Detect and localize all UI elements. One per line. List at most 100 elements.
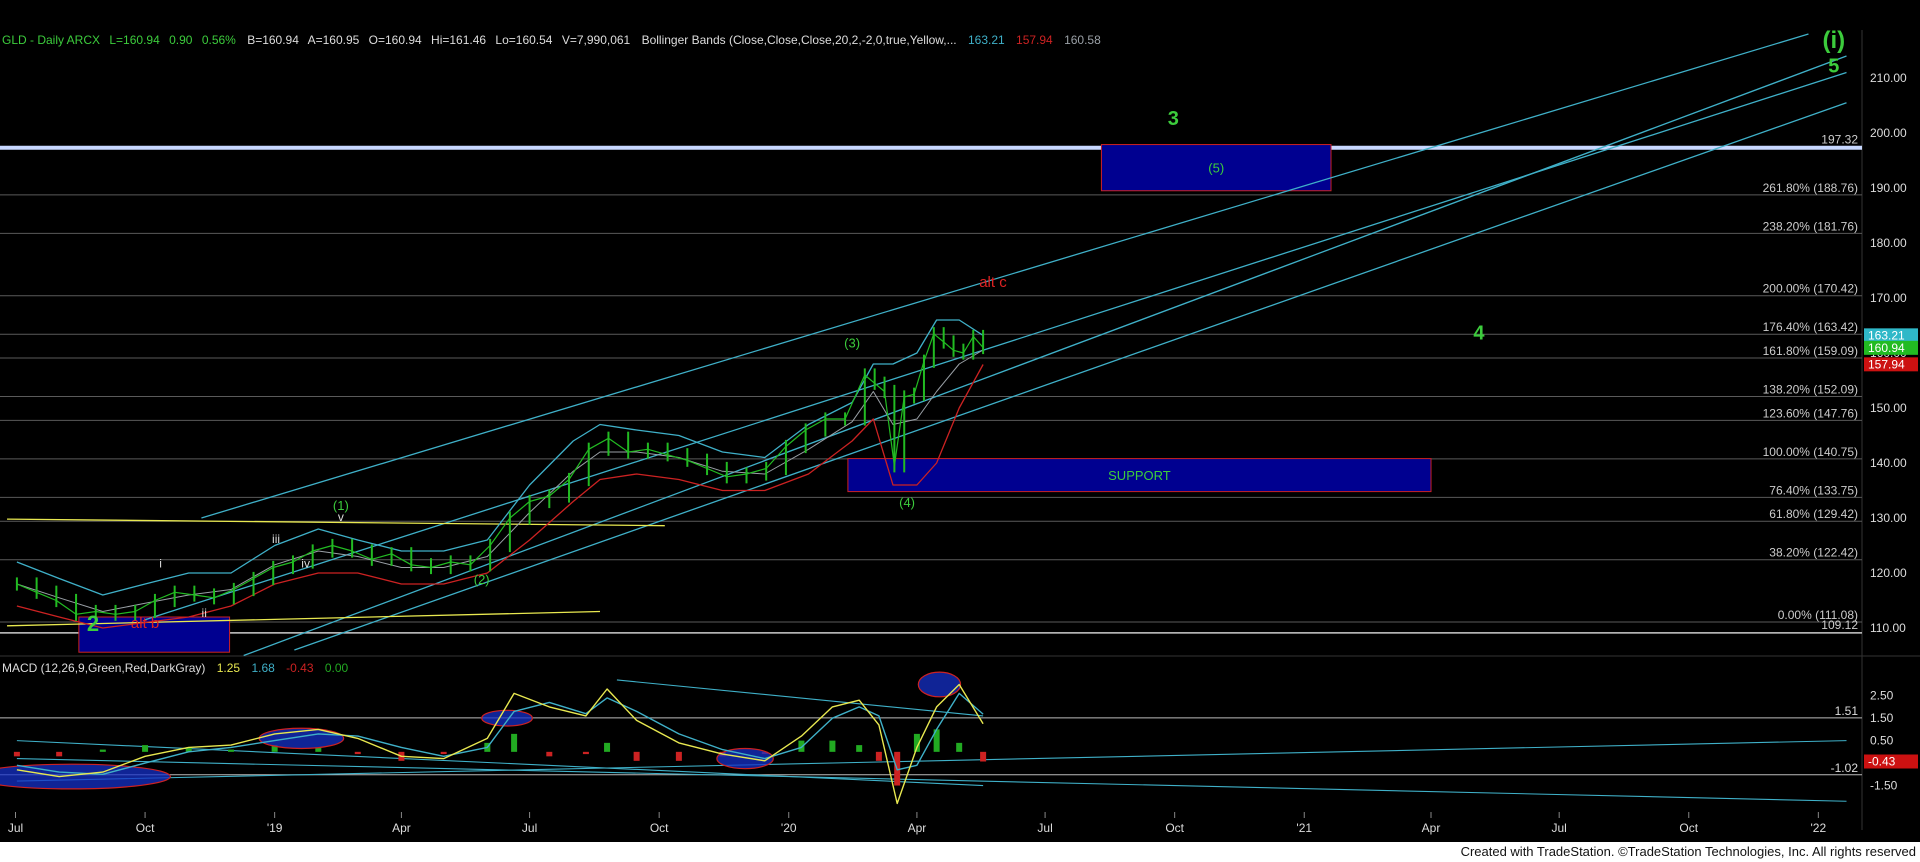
macd-level-label: 1.51 [1835, 704, 1859, 718]
macd-axis-tick: 0.50 [1870, 734, 1894, 748]
macd-histogram-bar [354, 751, 361, 755]
header-bb-upper: 163.21 [968, 33, 1005, 47]
wave-label: ii [202, 606, 207, 620]
fib-level-label: 123.60% (147.76) [1763, 406, 1858, 420]
zone-box-label: (5) [1208, 161, 1224, 176]
macd-axis-tick: 2.50 [1870, 689, 1894, 703]
macd-histogram-bar [56, 751, 63, 757]
header-last: L=160.94 [109, 33, 160, 47]
wave-label: v [338, 510, 344, 524]
fib-level-label: 100.00% (140.75) [1763, 445, 1858, 459]
macd-axis-tick: 1.50 [1870, 711, 1894, 725]
price-axis-tick: 110.00 [1870, 621, 1906, 635]
macd-histogram-bar [829, 740, 836, 752]
fib-level-label: 138.20% (152.09) [1763, 383, 1858, 397]
macd-histogram-bar [440, 751, 447, 755]
macd-header-macd: 1.25 [217, 661, 241, 675]
header-change: 0.90 [169, 33, 193, 47]
macd-histogram-bar [956, 742, 963, 752]
header-low: Lo=160.54 [495, 33, 552, 47]
wave-label: alt c [979, 274, 1007, 291]
price-axis-tick: 170.00 [1870, 291, 1907, 305]
macd-histogram-bar [604, 742, 611, 752]
macd-level-label: -1.02 [1831, 761, 1859, 775]
fib-level-label: 176.40% (163.42) [1763, 320, 1858, 334]
time-axis-tick: Oct [136, 821, 155, 835]
time-axis-tick: Apr [1422, 821, 1441, 835]
price-axis-tick: 210.00 [1870, 71, 1907, 85]
time-axis-tick: '21 [1296, 821, 1312, 835]
macd-header-hist: -0.43 [286, 661, 314, 675]
time-axis-tick: Oct [650, 821, 669, 835]
time-axis-tick: Oct [1165, 821, 1184, 835]
key-level-label: 109.12 [1821, 618, 1858, 632]
wave-label: alt b [131, 615, 159, 632]
macd-histogram-bar [142, 745, 149, 752]
macd-histogram-bar [980, 751, 987, 762]
macd-ellipse [917, 671, 962, 698]
price-axis-tick: 120.00 [1870, 566, 1907, 580]
fib-level-label: 76.40% (133.75) [1769, 483, 1858, 497]
zone-box-label: SUPPORT [1108, 468, 1171, 483]
macd-histogram-bar [546, 751, 553, 757]
macd-histogram-bar [582, 751, 589, 755]
wave-label: (4) [899, 495, 915, 510]
key-level-label: 197.32 [1821, 133, 1858, 147]
macd-header-signal: 1.68 [251, 661, 275, 675]
wave-label: 5 [1828, 56, 1839, 78]
footer-credit: Created with TradeStation. ©TradeStation… [1460, 844, 1916, 859]
header-open: O=160.94 [369, 33, 422, 47]
wave-label: (i) [1823, 27, 1846, 54]
wave-label: 2 [87, 611, 99, 636]
time-axis-tick: Apr [392, 821, 411, 835]
time-axis-tick: Oct [1679, 821, 1698, 835]
wave-label: 4 [1473, 322, 1485, 344]
time-axis-tick: Jul [522, 821, 537, 835]
fib-level-label: 38.20% (122.42) [1769, 546, 1858, 560]
wave-label: (3) [844, 336, 860, 351]
macd-histogram-bar [675, 751, 682, 761]
macd-ellipse [481, 709, 534, 727]
price-axis-tick: 150.00 [1870, 401, 1907, 415]
header-indicator: Bollinger Bands (Close,Close,Close,20,2,… [642, 33, 957, 47]
header-symbol: GLD - Daily ARCX [2, 33, 100, 47]
macd-histogram-bar [633, 751, 640, 761]
macd-header-zero: 0.00 [325, 661, 349, 675]
time-axis-tick: Jul [1037, 821, 1052, 835]
wave-label: iv [301, 557, 310, 571]
macd-header: MACD (12,26,9,Green,Red,DarkGray) 1.25 1… [2, 661, 349, 675]
macd-axis-tick: -1.50 [1870, 779, 1898, 793]
macd-histogram-bar [856, 745, 863, 752]
macd-histogram-bar [511, 733, 518, 752]
wave-label: iii [272, 532, 280, 546]
time-axis-tick: '19 [267, 821, 283, 835]
header-high: Hi=161.46 [431, 33, 486, 47]
time-axis-tick: Jul [1552, 821, 1567, 835]
fib-level-label: 238.20% (181.76) [1763, 219, 1858, 233]
header-volume: V=7,990,061 [562, 33, 631, 47]
wave-label: 3 [1168, 108, 1179, 130]
macd-histogram-bar [99, 749, 106, 752]
macd-histogram-bar [227, 749, 234, 752]
price-axis-tick: 200.00 [1870, 126, 1907, 140]
price-axis-tick: 190.00 [1870, 181, 1907, 195]
fib-level-label: 200.00% (170.42) [1763, 282, 1858, 296]
wave-label: i [159, 557, 162, 571]
wave-label: (2) [474, 572, 490, 587]
price-tag-label: 160.94 [1868, 341, 1905, 355]
time-axis-tick: '22 [1811, 821, 1827, 835]
header-ask: A=160.95 [308, 33, 360, 47]
macd-ellipse [0, 763, 171, 790]
time-axis-tick: Apr [908, 821, 927, 835]
footer-bar: Created with TradeStation. ©TradeStation… [0, 842, 1920, 862]
header-bid: B=160.94 [247, 33, 299, 47]
fib-level-label: 261.80% (188.76) [1763, 181, 1858, 195]
header-bb-mid: 160.58 [1064, 33, 1101, 47]
price-axis-tick: 140.00 [1870, 456, 1907, 470]
price-axis-tick: 130.00 [1870, 511, 1907, 525]
price-axis-tick: 180.00 [1870, 236, 1907, 250]
macd-tag-label: -0.43 [1868, 755, 1896, 769]
fib-level-label: 61.80% (129.42) [1769, 507, 1858, 521]
gld-daily-chart: 261.80% (188.76) 238.20% (181.76) 200.00% … [0, 0, 1920, 862]
price-tag-label: 157.94 [1868, 357, 1905, 371]
